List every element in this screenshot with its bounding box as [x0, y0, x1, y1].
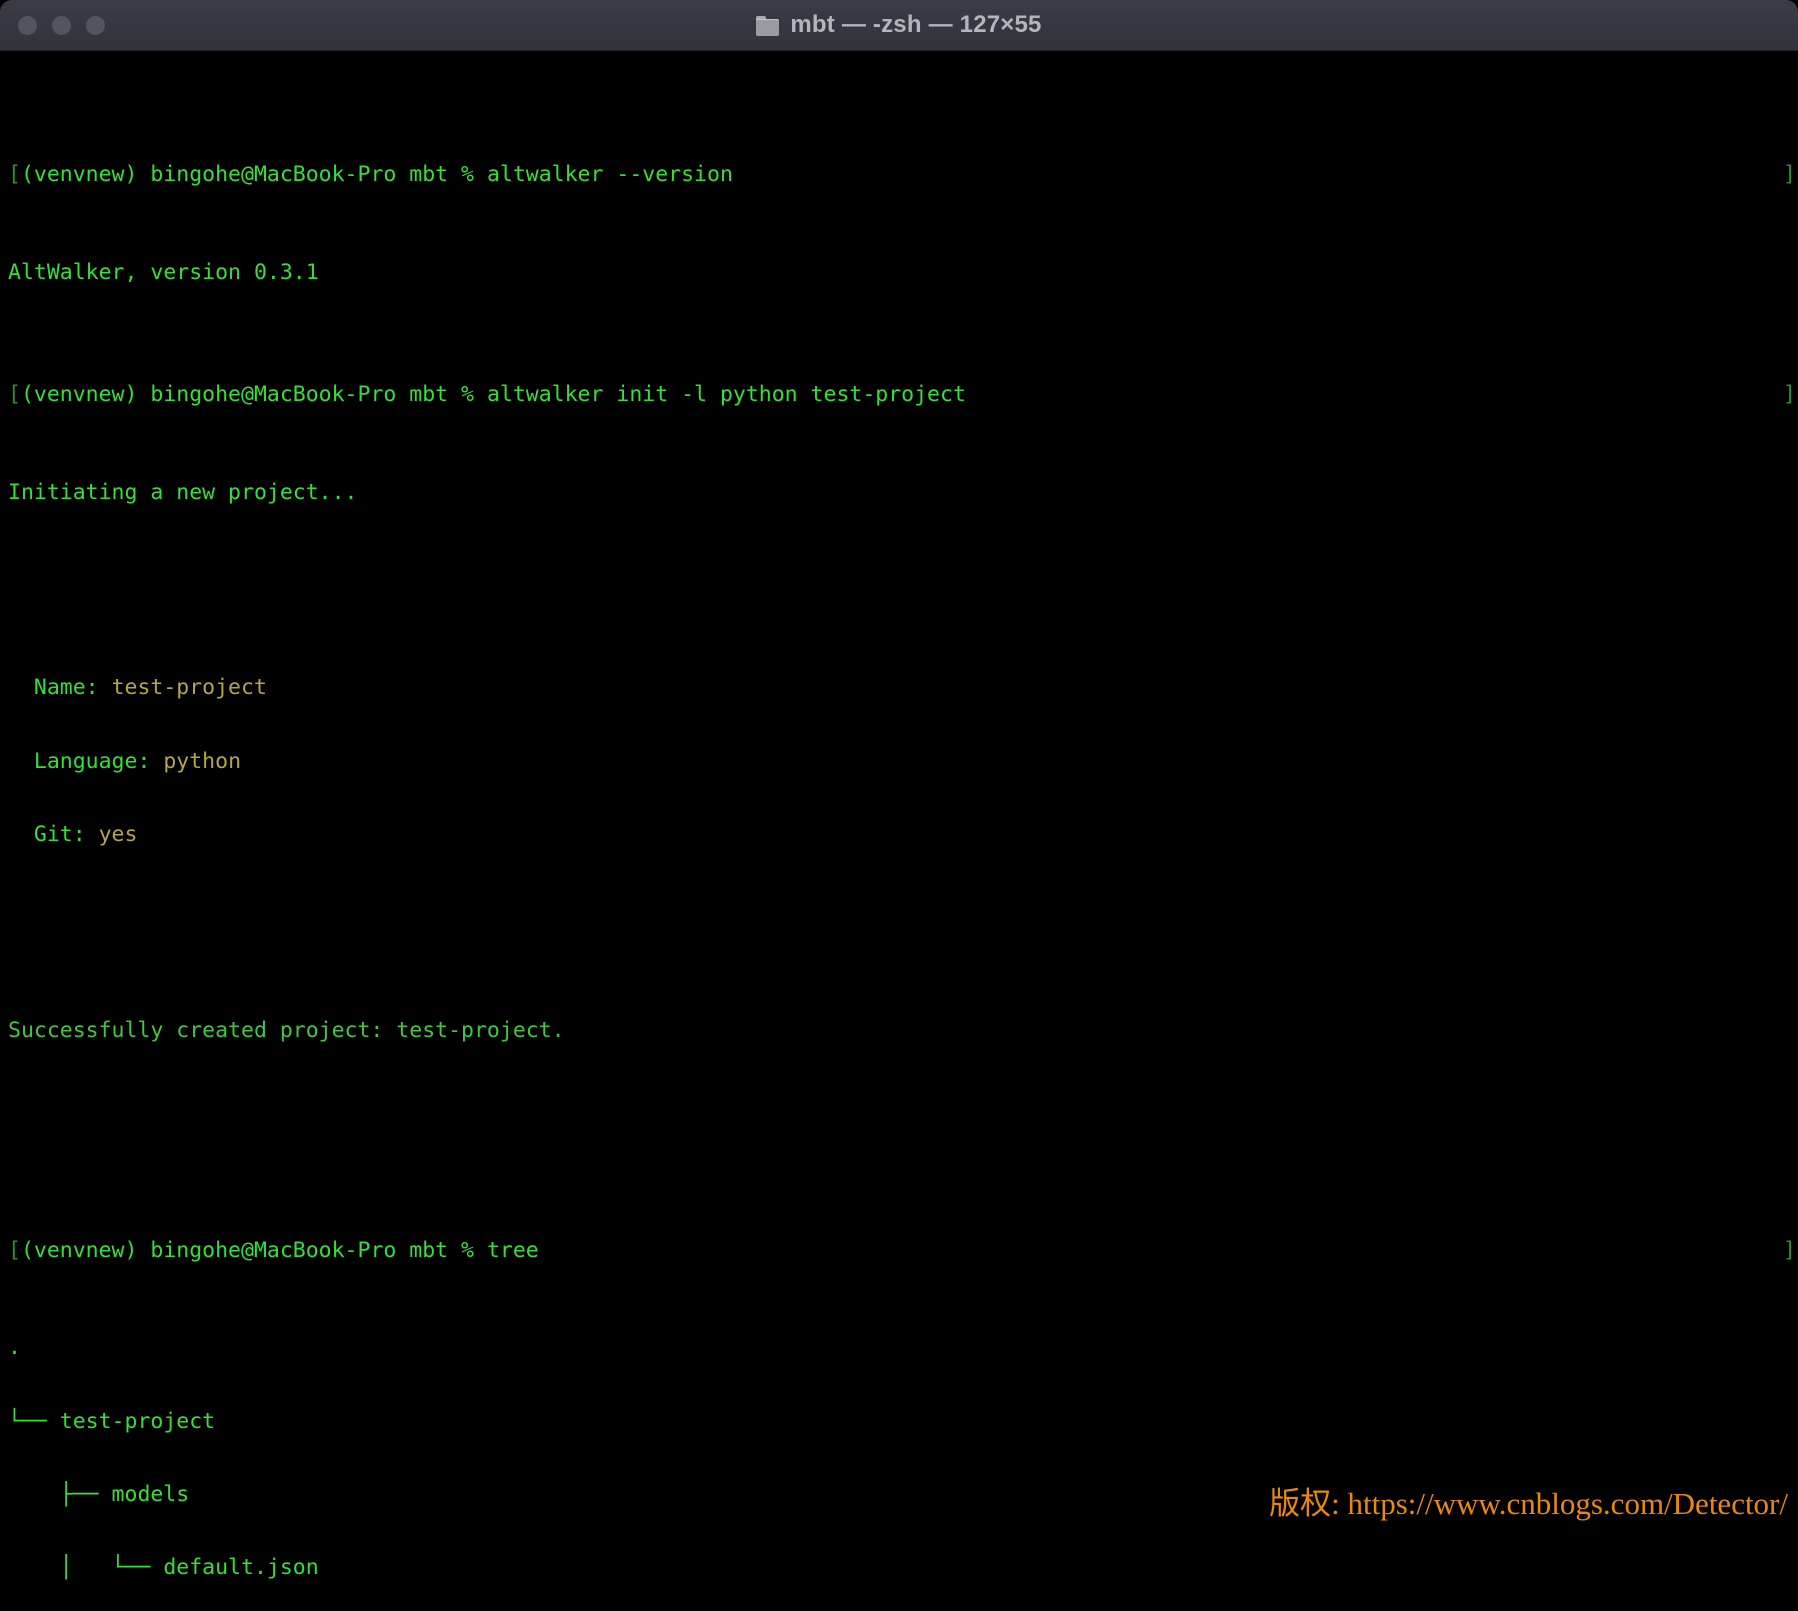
window-title-group: mbt — -zsh — 127×55	[756, 11, 1041, 39]
project-name-label: Name:	[8, 675, 112, 701]
command-line-version: [(venvnew) bingohe@MacBook-Pro mbt % alt…	[0, 161, 1798, 187]
minimize-button[interactable]	[52, 15, 71, 35]
window-controls	[18, 0, 105, 50]
output-initiating: Initiating a new project...	[8, 479, 358, 505]
bracket-glyph: [	[8, 161, 21, 187]
project-git-row: Git: yes	[0, 821, 1798, 847]
shell-prompt: (venvnew) bingohe@MacBook-Pro mbt %	[20, 381, 487, 407]
project-language-row: Language: python	[0, 748, 1798, 774]
project-name-row: Name: test-project	[0, 676, 1798, 700]
line-continuation-marker: ]	[1783, 381, 1796, 407]
line-continuation-marker: ]	[1783, 161, 1796, 187]
bracket-glyph: [	[8, 381, 21, 407]
command-line-init: [(venvnew) bingohe@MacBook-Pro mbt % alt…	[0, 381, 1798, 407]
command-text: altwalker --version	[486, 161, 733, 187]
bracket-glyph: [	[8, 1237, 21, 1263]
output-success: Successfully created project: test-proje…	[8, 1017, 565, 1043]
project-name-value: test-project	[111, 675, 267, 701]
terminal-window: mbt — -zsh — 127×55 [(venvnew) bingohe@M…	[0, 0, 1798, 1611]
command-text: altwalker init -l python test-project	[486, 381, 966, 407]
window-title: mbt — -zsh — 127×55	[790, 11, 1042, 38]
output-version: AltWalker, version 0.3.1	[8, 259, 319, 285]
close-button[interactable]	[18, 15, 37, 35]
shell-prompt: (venvnew) bingohe@MacBook-Pro mbt %	[20, 1237, 487, 1263]
tree-row: .	[8, 1335, 21, 1361]
folder-icon	[756, 15, 780, 36]
line-continuation-marker: ]	[1783, 1237, 1796, 1263]
project-language-label: Language:	[8, 748, 164, 774]
command-line-tree: [(venvnew) bingohe@MacBook-Pro mbt % tre…	[0, 1237, 1798, 1263]
tree-row: │ └── default.json	[8, 1555, 319, 1581]
zoom-button[interactable]	[86, 15, 105, 35]
shell-prompt: (venvnew) bingohe@MacBook-Pro mbt %	[20, 161, 487, 187]
project-language-value: python	[163, 748, 242, 774]
tree-row: └── test-project	[8, 1408, 216, 1434]
command-text: tree	[486, 1237, 539, 1263]
window-title-bar: mbt — -zsh — 127×55	[0, 0, 1798, 51]
terminal-output-area[interactable]: [(venvnew) bingohe@MacBook-Pro mbt % alt…	[0, 51, 1798, 1611]
project-git-value: yes	[98, 821, 138, 847]
project-git-label: Git:	[8, 821, 99, 847]
watermark-text: 版权: https://www.cnblogs.com/Detector/	[1269, 1485, 1788, 1521]
